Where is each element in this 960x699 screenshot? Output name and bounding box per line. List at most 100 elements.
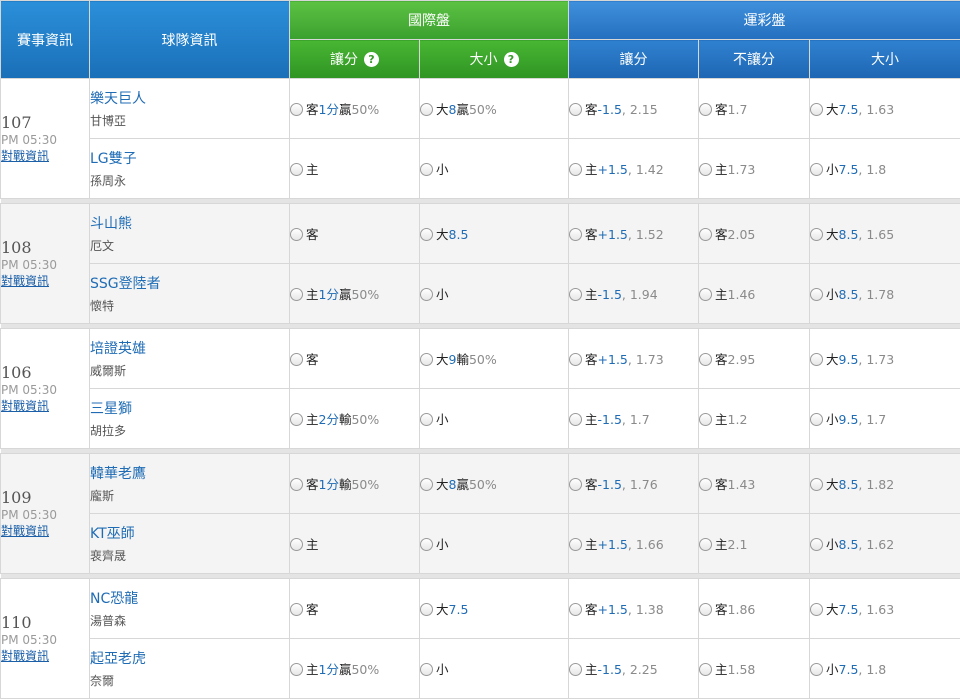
lottery-spread-option[interactable]: 主+1.5, 1.42: [569, 139, 699, 199]
radio-button[interactable]: [420, 353, 433, 366]
lottery-total-option[interactable]: 大9.5, 1.73: [810, 329, 960, 389]
lottery-moneyline-option[interactable]: 主2.1: [699, 514, 810, 574]
lottery-total-option[interactable]: 大8.5, 1.65: [810, 204, 960, 264]
matchup-info-link[interactable]: 對戰資訊: [1, 524, 49, 538]
intl-spread-option[interactable]: 主: [290, 139, 420, 199]
lottery-moneyline-option[interactable]: 客2.05: [699, 204, 810, 264]
radio-button[interactable]: [569, 663, 582, 676]
intl-total-option[interactable]: 小: [420, 264, 569, 324]
radio-button[interactable]: [569, 228, 582, 241]
lottery-spread-option[interactable]: 主-1.5, 2.25: [569, 639, 699, 699]
team-name[interactable]: 三星獅: [90, 398, 289, 418]
lottery-spread-option[interactable]: 客+1.5, 1.38: [569, 579, 699, 639]
matchup-info-link[interactable]: 對戰資訊: [1, 274, 49, 288]
intl-total-option[interactable]: 大8.5: [420, 204, 569, 264]
radio-button[interactable]: [290, 663, 303, 676]
radio-button[interactable]: [290, 163, 303, 176]
radio-button[interactable]: [569, 478, 582, 491]
radio-button[interactable]: [290, 603, 303, 616]
team-name[interactable]: 起亞老虎: [90, 648, 289, 668]
radio-button[interactable]: [420, 603, 433, 616]
lottery-moneyline-option[interactable]: 主1.46: [699, 264, 810, 324]
intl-total-option[interactable]: 大9輸50%: [420, 329, 569, 389]
intl-spread-option[interactable]: 主: [290, 514, 420, 574]
radio-button[interactable]: [290, 478, 303, 491]
radio-button[interactable]: [569, 603, 582, 616]
help-icon[interactable]: ?: [364, 52, 379, 67]
intl-spread-option[interactable]: 客: [290, 579, 420, 639]
intl-spread-option[interactable]: 主1分贏50%: [290, 639, 420, 699]
lottery-total-option[interactable]: 小7.5, 1.8: [810, 639, 960, 699]
radio-button[interactable]: [699, 163, 712, 176]
lottery-spread-option[interactable]: 客+1.5, 1.52: [569, 204, 699, 264]
team-name[interactable]: 韓華老鷹: [90, 463, 289, 483]
matchup-info-link[interactable]: 對戰資訊: [1, 399, 49, 413]
radio-button[interactable]: [810, 288, 823, 301]
lottery-spread-option[interactable]: 主-1.5, 1.94: [569, 264, 699, 324]
radio-button[interactable]: [810, 103, 823, 116]
lottery-moneyline-option[interactable]: 主1.58: [699, 639, 810, 699]
radio-button[interactable]: [420, 103, 433, 116]
lottery-moneyline-option[interactable]: 主1.2: [699, 389, 810, 449]
radio-button[interactable]: [420, 538, 433, 551]
radio-button[interactable]: [290, 103, 303, 116]
lottery-moneyline-option[interactable]: 客1.43: [699, 454, 810, 514]
radio-button[interactable]: [569, 538, 582, 551]
radio-button[interactable]: [569, 103, 582, 116]
radio-button[interactable]: [810, 663, 823, 676]
lottery-total-option[interactable]: 小7.5, 1.8: [810, 139, 960, 199]
intl-total-option[interactable]: 大8贏50%: [420, 79, 569, 139]
lottery-spread-option[interactable]: 主+1.5, 1.66: [569, 514, 699, 574]
radio-button[interactable]: [420, 163, 433, 176]
radio-button[interactable]: [810, 413, 823, 426]
team-name[interactable]: LG雙子: [90, 148, 289, 168]
radio-button[interactable]: [699, 603, 712, 616]
radio-button[interactable]: [810, 353, 823, 366]
lottery-total-option[interactable]: 小8.5, 1.62: [810, 514, 960, 574]
intl-total-option[interactable]: 大8贏50%: [420, 454, 569, 514]
intl-spread-option[interactable]: 客: [290, 204, 420, 264]
radio-button[interactable]: [810, 163, 823, 176]
radio-button[interactable]: [699, 228, 712, 241]
lottery-total-option[interactable]: 小8.5, 1.78: [810, 264, 960, 324]
intl-total-option[interactable]: 大7.5: [420, 579, 569, 639]
team-name[interactable]: NC恐龍: [90, 588, 289, 608]
radio-button[interactable]: [699, 103, 712, 116]
intl-total-option[interactable]: 小: [420, 139, 569, 199]
radio-button[interactable]: [699, 478, 712, 491]
team-name[interactable]: KT巫師: [90, 523, 289, 543]
radio-button[interactable]: [290, 228, 303, 241]
intl-spread-option[interactable]: 主2分輸50%: [290, 389, 420, 449]
intl-spread-option[interactable]: 主1分贏50%: [290, 264, 420, 324]
intl-total-option[interactable]: 小: [420, 639, 569, 699]
intl-total-option[interactable]: 小: [420, 514, 569, 574]
lottery-total-option[interactable]: 小9.5, 1.7: [810, 389, 960, 449]
radio-button[interactable]: [699, 538, 712, 551]
intl-spread-option[interactable]: 客1分輸50%: [290, 454, 420, 514]
team-name[interactable]: 斗山熊: [90, 213, 289, 233]
radio-button[interactable]: [569, 353, 582, 366]
radio-button[interactable]: [699, 413, 712, 426]
radio-button[interactable]: [569, 163, 582, 176]
intl-spread-option[interactable]: 客: [290, 329, 420, 389]
lottery-spread-option[interactable]: 客-1.5, 2.15: [569, 79, 699, 139]
radio-button[interactable]: [290, 288, 303, 301]
radio-button[interactable]: [290, 353, 303, 366]
lottery-moneyline-option[interactable]: 客2.95: [699, 329, 810, 389]
radio-button[interactable]: [420, 288, 433, 301]
radio-button[interactable]: [699, 353, 712, 366]
radio-button[interactable]: [569, 288, 582, 301]
radio-button[interactable]: [420, 228, 433, 241]
radio-button[interactable]: [810, 603, 823, 616]
intl-spread-option[interactable]: 客1分贏50%: [290, 79, 420, 139]
radio-button[interactable]: [420, 478, 433, 491]
radio-button[interactable]: [699, 288, 712, 301]
team-name[interactable]: SSG登陸者: [90, 273, 289, 293]
team-name[interactable]: 培證英雄: [90, 338, 289, 358]
team-name[interactable]: 樂天巨人: [90, 88, 289, 108]
radio-button[interactable]: [699, 663, 712, 676]
radio-button[interactable]: [810, 478, 823, 491]
radio-button[interactable]: [290, 413, 303, 426]
help-icon[interactable]: ?: [504, 52, 519, 67]
lottery-moneyline-option[interactable]: 客1.86: [699, 579, 810, 639]
